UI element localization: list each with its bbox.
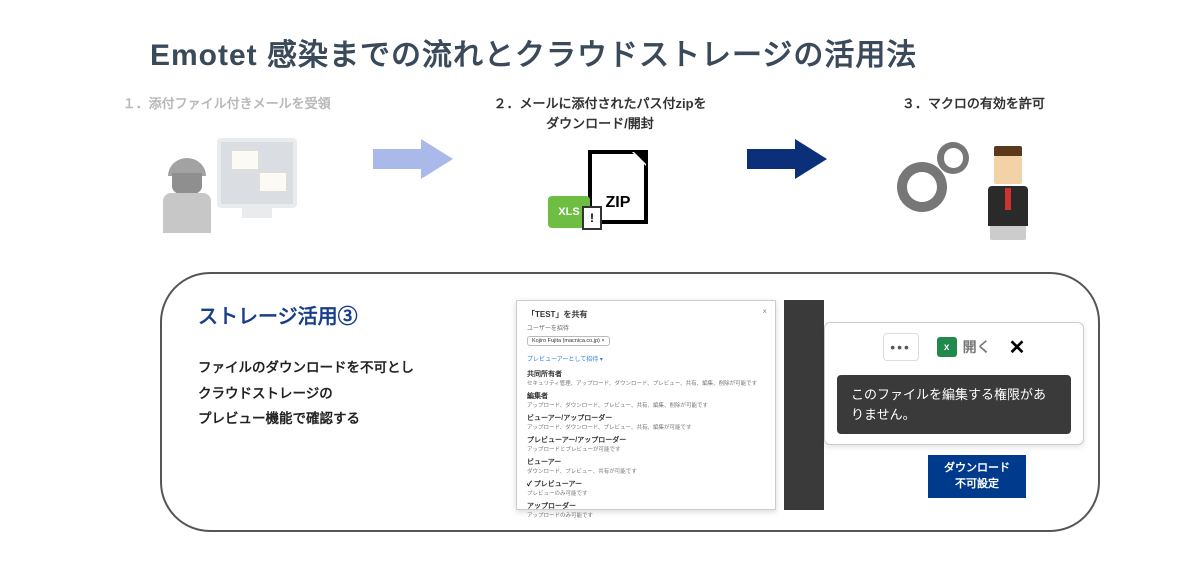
- share-dialog-screenshot: × 「TEST」を共有 ユーザーを招待 Kojiro Fujita (macni…: [516, 300, 776, 504]
- file-popup: ••• x 開く ✕ このファイルを編集する権限がありません。: [824, 322, 1084, 445]
- step-2: ２．メールに添付されたパス付zipを ダウンロード/開封 ZIP XLS !: [463, 94, 736, 238]
- permission-tooltip: このファイルを編集する権限がありません。: [837, 375, 1071, 434]
- download-disabled-badge: ダウンロード 不可設定: [928, 455, 1026, 498]
- gear-icon: [897, 162, 947, 212]
- gear-icon: [937, 142, 969, 174]
- businessman-icon: [973, 146, 1043, 238]
- slide: Emotet 感染までの流れとクラウドストレージの活用法 １．添付ファイル付きメ…: [0, 0, 1200, 572]
- step-3: ３．マクロの有効を許可: [837, 94, 1110, 238]
- step-1-label: １．添付ファイル付きメールを受領: [90, 94, 363, 130]
- warning-icon: !: [582, 206, 602, 230]
- step-2-graphic: ZIP XLS !: [463, 138, 736, 238]
- step-3-label: ３．マクロの有効を許可: [837, 94, 1110, 130]
- share-panel: × 「TEST」を共有 ユーザーを招待 Kojiro Fujita (macni…: [516, 300, 776, 510]
- envelope-icon: [259, 172, 287, 192]
- share-title: 「TEST」を共有: [527, 309, 765, 320]
- close-icon: ✕: [1009, 335, 1026, 360]
- preview-popup-screenshot: ••• x 開く ✕ このファイルを編集する権限がありません。 ダウンロード 不…: [794, 300, 1062, 504]
- close-icon: ×: [762, 307, 767, 316]
- monitor-icon: [217, 138, 297, 208]
- slide-title: Emotet 感染までの流れとクラウドストレージの活用法: [50, 30, 1150, 74]
- callout-description: ファイルのダウンロードを不可とし クラウドストレージの プレビュー機能で確認する: [198, 355, 498, 432]
- step-3-graphic: [837, 138, 1110, 238]
- step-1: １．添付ファイル付きメールを受領: [90, 94, 363, 238]
- envelope-icon: [231, 150, 259, 170]
- selected-role: ✓ プレビューアー: [527, 479, 765, 489]
- callout-title: ストレージ活用③: [198, 300, 498, 329]
- open-button: x 開く: [937, 337, 991, 357]
- role-selector: プレビューアーとして招待 ▾: [527, 354, 765, 363]
- user-chip: Kojiro Fujita (macnica.co.jp) ×: [527, 336, 610, 346]
- step-2-label: ２．メールに添付されたパス付zipを ダウンロード/開封: [463, 94, 736, 130]
- excel-icon: x: [937, 337, 957, 357]
- flow-row: １．添付ファイル付きメールを受領 ２．メールに添付されたパス付zipを: [50, 94, 1150, 254]
- hacker-icon: [157, 158, 217, 238]
- step-1-graphic: [90, 138, 363, 238]
- more-button: •••: [883, 333, 919, 361]
- callout-box: ストレージ活用③ ファイルのダウンロードを不可とし クラウドストレージの プレビ…: [160, 272, 1100, 532]
- arrow-icon: [373, 139, 453, 179]
- arrow-icon: [747, 139, 827, 179]
